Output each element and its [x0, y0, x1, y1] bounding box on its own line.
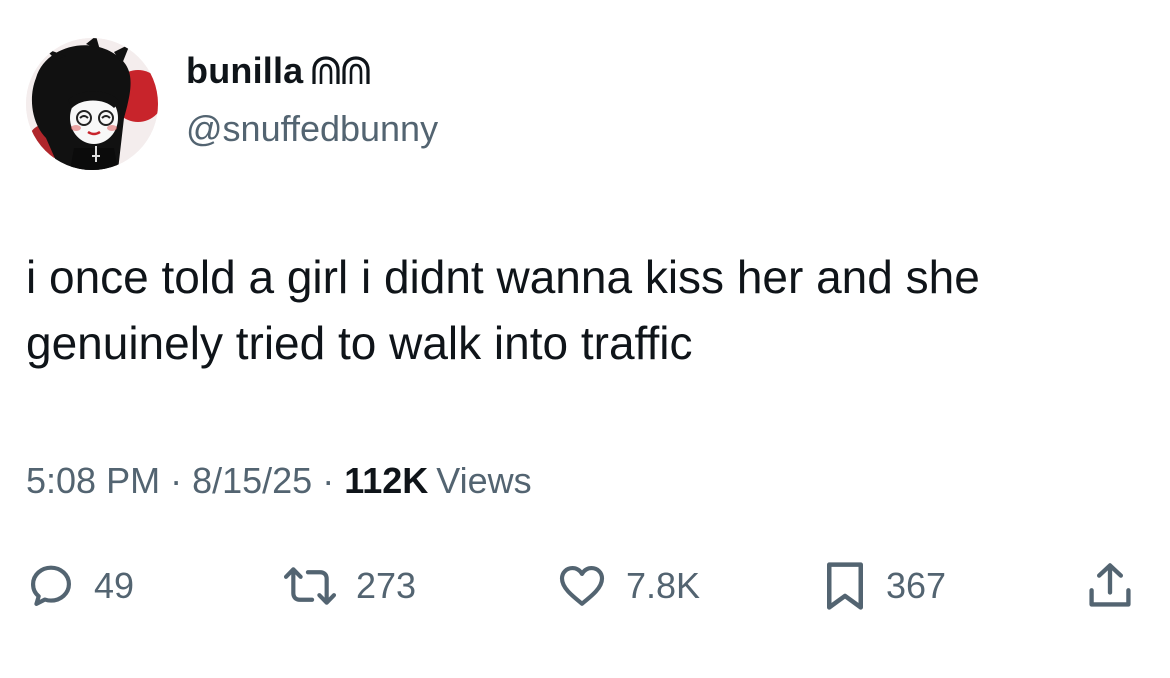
reply-count: 49	[94, 565, 135, 606]
author-handle[interactable]: @snuffedbunny	[186, 108, 438, 150]
tweet-text: i once told a girl i didnt wanna kiss he…	[26, 244, 1136, 376]
tweet-text-line: genuinely tried to walk into traffic	[26, 317, 693, 369]
action-bar: 49 273 7.8K 367	[0, 554, 1170, 618]
tweet-time[interactable]: 5:08 PM	[26, 460, 160, 501]
views-count: 112K	[344, 460, 429, 501]
tweet-date[interactable]: 8/15/25	[192, 460, 312, 501]
repost-icon	[283, 567, 337, 605]
avatar-image	[26, 38, 158, 170]
share-icon	[1089, 563, 1131, 607]
bunny-ears-emoji-icon	[311, 53, 373, 95]
meta-separator: ·	[322, 460, 335, 501]
tweet-text-line: i once told a girl i didnt wanna kiss he…	[26, 251, 980, 303]
author-display-name[interactable]: bunilla	[186, 50, 373, 95]
bookmark-icon	[827, 562, 863, 610]
bookmark-count: 367	[886, 565, 947, 606]
bookmark-button[interactable]: 367	[822, 554, 946, 618]
avatar[interactable]	[26, 38, 158, 170]
views-label: Views	[436, 460, 532, 501]
reply-button[interactable]: 49	[26, 554, 134, 618]
repost-count: 273	[356, 565, 417, 606]
like-count: 7.8K	[626, 565, 701, 606]
tweet-meta: 5:08 PM · 8/15/25 · 112K Views	[26, 460, 532, 502]
meta-separator: ·	[170, 460, 183, 501]
display-name-text: bunilla	[186, 50, 304, 91]
heart-icon	[559, 566, 605, 606]
tweet-card: bunilla @snuffedbunny i once told a girl…	[0, 0, 1170, 678]
share-button[interactable]	[1084, 554, 1136, 618]
reply-icon	[31, 565, 71, 606]
repost-button[interactable]: 273	[282, 554, 416, 618]
like-button[interactable]: 7.8K	[556, 554, 700, 618]
